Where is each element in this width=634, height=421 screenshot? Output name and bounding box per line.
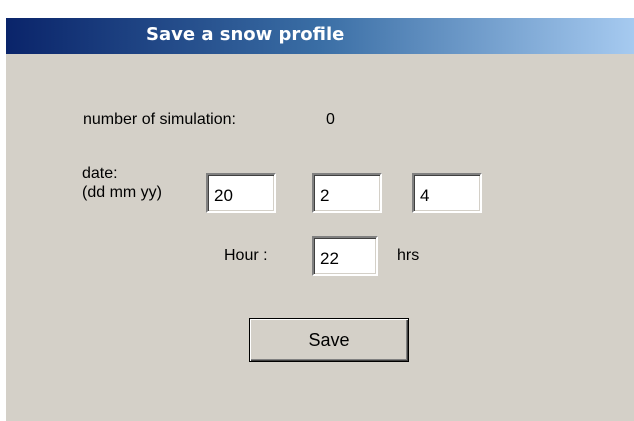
date-format-label: (dd mm yy) <box>82 184 162 201</box>
save-snow-profile-dialog: Save a snow profile number of simulation… <box>6 18 634 421</box>
simulation-number-label: number of simulation: <box>83 111 236 128</box>
month-input[interactable] <box>312 173 382 213</box>
hour-input[interactable] <box>312 236 378 276</box>
simulation-number-value: 0 <box>326 111 335 128</box>
hour-unit-label: hrs <box>397 247 420 264</box>
date-label: date: <box>82 165 118 182</box>
hour-label: Hour : <box>224 247 268 264</box>
window-title: Save a snow profile <box>146 24 345 45</box>
day-input[interactable] <box>206 173 276 213</box>
title-bar[interactable]: Save a snow profile <box>6 18 634 54</box>
year-input[interactable] <box>412 173 482 213</box>
save-button[interactable]: Save <box>249 318 409 362</box>
